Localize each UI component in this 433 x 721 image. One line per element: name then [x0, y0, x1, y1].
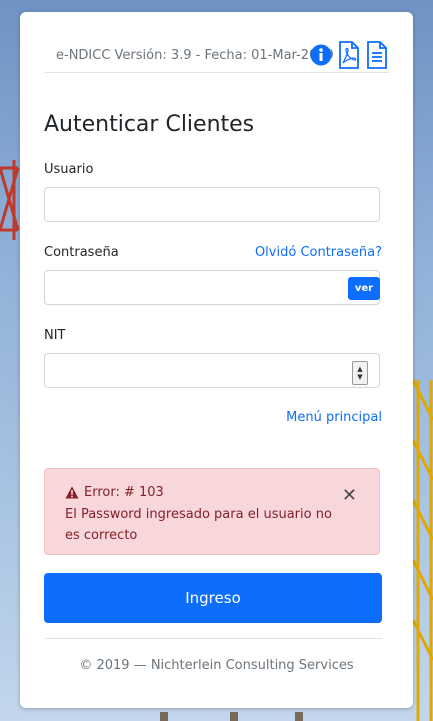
usuario-label: Usuario [44, 162, 94, 177]
menu-principal-link[interactable]: Menú principal [286, 410, 382, 425]
error-alert: Error: # 103 El Password ingresado para … [44, 468, 380, 555]
pdf-file-icon[interactable] [337, 40, 361, 70]
close-icon[interactable]: ✕ [342, 485, 357, 506]
password-label: Contraseña [44, 245, 119, 260]
footer-text: © 2019 — Nichterlein Consulting Services [79, 658, 354, 673]
alert-message: El Password ingresado para el usuario no… [65, 507, 332, 543]
login-card: e-NDICC Versión: 3.9 - Fecha: 01-Mar-201… [20, 12, 413, 708]
warning-triangle-icon [65, 486, 79, 499]
card-header: e-NDICC Versión: 3.9 - Fecha: 01-Mar-201… [44, 32, 389, 73]
footer-divider [44, 638, 382, 639]
show-password-button[interactable]: ver [348, 277, 380, 300]
nit-input[interactable] [44, 353, 380, 388]
alert-title-text: Error: # 103 [84, 485, 164, 500]
page-title: Autenticar Clientes [44, 112, 255, 137]
info-circle-icon[interactable] [309, 40, 333, 70]
alert-title: Error: # 103 [65, 485, 164, 500]
nit-label: NIT [44, 328, 66, 343]
nit-stepper[interactable]: ▲ ▼ [352, 361, 368, 385]
usuario-input[interactable] [44, 187, 380, 222]
password-input[interactable] [44, 270, 380, 305]
stepper-down-icon[interactable]: ▼ [357, 373, 362, 381]
version-text: e-NDICC Versión: 3.9 - Fecha: 01-Mar-201… [56, 48, 334, 63]
forgot-password-link[interactable]: Olvidó Contraseña? [255, 245, 382, 260]
stepper-up-icon[interactable]: ▲ [357, 365, 362, 373]
document-lines-icon[interactable] [365, 40, 389, 70]
header-icons [309, 40, 389, 70]
ingreso-button[interactable]: Ingreso [44, 573, 382, 623]
